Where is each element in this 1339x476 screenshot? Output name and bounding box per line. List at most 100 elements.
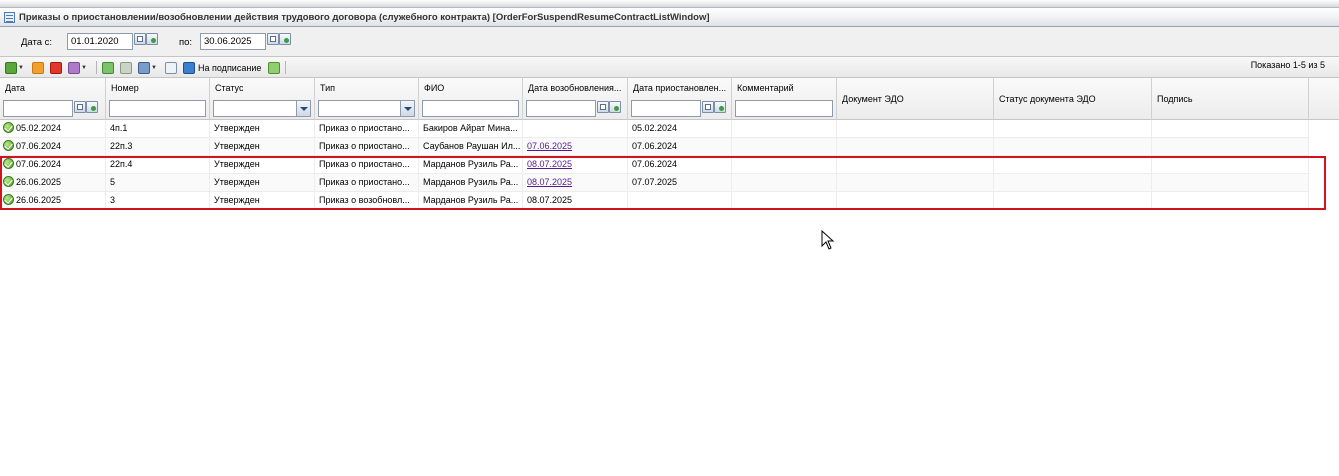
approved-check-icon xyxy=(3,122,14,134)
filter-fio-input[interactable] xyxy=(422,100,519,117)
date-from-label: Дата с: xyxy=(21,37,53,48)
column-header-type[interactable]: Тип xyxy=(315,78,419,120)
toolbar-separator xyxy=(285,61,286,74)
cell-number: 5 xyxy=(106,174,210,192)
send-to-sign-label: На подписание xyxy=(198,62,262,73)
actions-icon xyxy=(68,61,80,74)
cell-suspend-date: 07.06.2024 xyxy=(628,138,732,156)
filter-comment-input[interactable] xyxy=(735,100,833,117)
column-label: Дата возобновления... xyxy=(528,83,622,93)
cell-edo-doc xyxy=(837,138,994,156)
column-header-edo-status[interactable]: Статус документа ЭДО xyxy=(994,78,1152,120)
grid-header: Дата Номер Статус Тип ФИО Дата возобновл… xyxy=(0,78,1339,120)
print-button[interactable]: ▼ xyxy=(138,61,157,74)
approve-button[interactable] xyxy=(102,61,114,74)
cell-edo-status xyxy=(994,192,1152,210)
table-row[interactable]: 26.06.2025 3 Утвержден Приказ о возобнов… xyxy=(0,192,1309,210)
column-header-signature[interactable]: Подпись xyxy=(1152,78,1309,120)
cell-comment xyxy=(732,156,837,174)
cell-edo-doc xyxy=(837,192,994,210)
cell-resume-date: 08.07.2025 xyxy=(523,192,628,210)
cell-number: 3 xyxy=(106,192,210,210)
cell-resume-date-link[interactable]: 08.07.2025 xyxy=(523,174,628,192)
table-row[interactable]: 07.06.2024 22п.4 Утвержден Приказ о прио… xyxy=(0,156,1309,174)
column-header-date[interactable]: Дата xyxy=(0,78,106,120)
date-from-field[interactable]: 01.01.2020 xyxy=(67,33,133,50)
cell-date: 26.06.2025 xyxy=(0,192,106,210)
cell-type: Приказ о приостано... xyxy=(315,156,419,174)
cell-status: Утвержден xyxy=(210,138,315,156)
column-header-comment[interactable]: Комментарий xyxy=(732,78,837,120)
cell-resume-date-link[interactable]: 07.06.2025 xyxy=(523,138,628,156)
delete-icon xyxy=(50,61,62,74)
date-to-label: по: xyxy=(179,37,193,48)
cell-suspend-date: 07.06.2024 xyxy=(628,156,732,174)
table-row[interactable]: 26.06.2025 5 Утвержден Приказ о приостан… xyxy=(0,174,1309,192)
cell-date: 26.06.2025 xyxy=(0,174,106,192)
cell-edo-doc xyxy=(837,156,994,174)
cell-edo-doc xyxy=(837,174,994,192)
clear-date-icon[interactable] xyxy=(279,33,291,45)
edit-button[interactable] xyxy=(32,61,44,74)
cell-date-text: 26.06.2025 xyxy=(16,177,62,187)
refresh-button[interactable] xyxy=(268,61,280,74)
calendar-icon[interactable] xyxy=(702,101,714,113)
date-to-field[interactable]: 30.06.2025 xyxy=(200,33,266,50)
calendar-icon[interactable] xyxy=(74,101,86,113)
filter-resume-date-input[interactable] xyxy=(526,100,596,117)
cell-date: 05.02.2024 xyxy=(0,120,106,138)
window-list-icon xyxy=(4,11,15,23)
column-label: ФИО xyxy=(424,83,445,93)
column-header-suspend-date[interactable]: Дата приостановлен... xyxy=(628,78,732,120)
dropdown-arrow-icon: ▼ xyxy=(81,64,87,71)
filter-date-picker[interactable] xyxy=(74,101,100,116)
date-to-picker[interactable] xyxy=(267,33,293,50)
clear-date-icon[interactable] xyxy=(86,101,98,113)
filter-date-input[interactable] xyxy=(3,100,73,117)
column-label: Дата xyxy=(5,83,25,93)
column-header-number[interactable]: Номер xyxy=(106,78,210,120)
filter-suspend-date-picker[interactable] xyxy=(702,101,728,116)
filter-suspend-date-input[interactable] xyxy=(631,100,701,117)
table-row[interactable]: 05.02.2024 4п.1 Утвержден Приказ о приос… xyxy=(0,120,1309,138)
delete-button[interactable] xyxy=(50,61,62,74)
date-from-picker[interactable] xyxy=(134,33,160,50)
actions-button[interactable]: ▼ xyxy=(68,61,87,74)
cell-suspend-date: 07.07.2025 xyxy=(628,174,732,192)
filter-status-select[interactable] xyxy=(213,100,311,117)
cell-fio: Саубанов Раушан Ил... xyxy=(419,138,523,156)
column-header-fio[interactable]: ФИО xyxy=(419,78,523,120)
calendar-icon[interactable] xyxy=(267,33,279,45)
cell-edo-status xyxy=(994,138,1152,156)
column-header-resume-date[interactable]: Дата возобновления... xyxy=(523,78,628,120)
export-button[interactable] xyxy=(165,61,177,74)
calendar-icon[interactable] xyxy=(597,101,609,113)
cell-edo-status xyxy=(994,156,1152,174)
unapprove-icon xyxy=(120,61,132,74)
cell-fio: Марданов Рузиль Ра... xyxy=(419,174,523,192)
clear-date-icon[interactable] xyxy=(609,101,621,113)
cell-edo-status xyxy=(994,174,1152,192)
filter-resume-date-picker[interactable] xyxy=(597,101,623,116)
unapprove-button[interactable] xyxy=(120,61,132,74)
filter-number-input[interactable] xyxy=(109,100,206,117)
column-label: Подпись xyxy=(1157,94,1193,104)
chevron-down-icon[interactable] xyxy=(296,101,310,116)
column-label: Статус документа ЭДО xyxy=(999,94,1096,104)
table-row[interactable]: 07.06.2024 22п.3 Утвержден Приказ о прио… xyxy=(0,138,1309,156)
column-header-status[interactable]: Статус xyxy=(210,78,315,120)
clear-date-icon[interactable] xyxy=(714,101,726,113)
calendar-icon[interactable] xyxy=(134,33,146,45)
toolbar-separator xyxy=(96,61,97,74)
mouse-cursor-icon xyxy=(821,230,835,250)
column-header-edo-doc[interactable]: Документ ЭДО xyxy=(837,78,994,120)
add-button[interactable]: ▼ xyxy=(5,61,24,74)
cell-fio: Бакиров Айрат Мина... xyxy=(419,120,523,138)
send-to-sign-button[interactable]: На подписание xyxy=(183,61,261,74)
clear-date-icon[interactable] xyxy=(146,33,158,45)
cell-resume-date-link[interactable]: 08.07.2025 xyxy=(523,156,628,174)
chevron-down-icon[interactable] xyxy=(400,101,414,116)
filter-type-select[interactable] xyxy=(318,100,415,117)
cell-signature xyxy=(1152,192,1309,210)
edit-icon xyxy=(32,61,44,74)
